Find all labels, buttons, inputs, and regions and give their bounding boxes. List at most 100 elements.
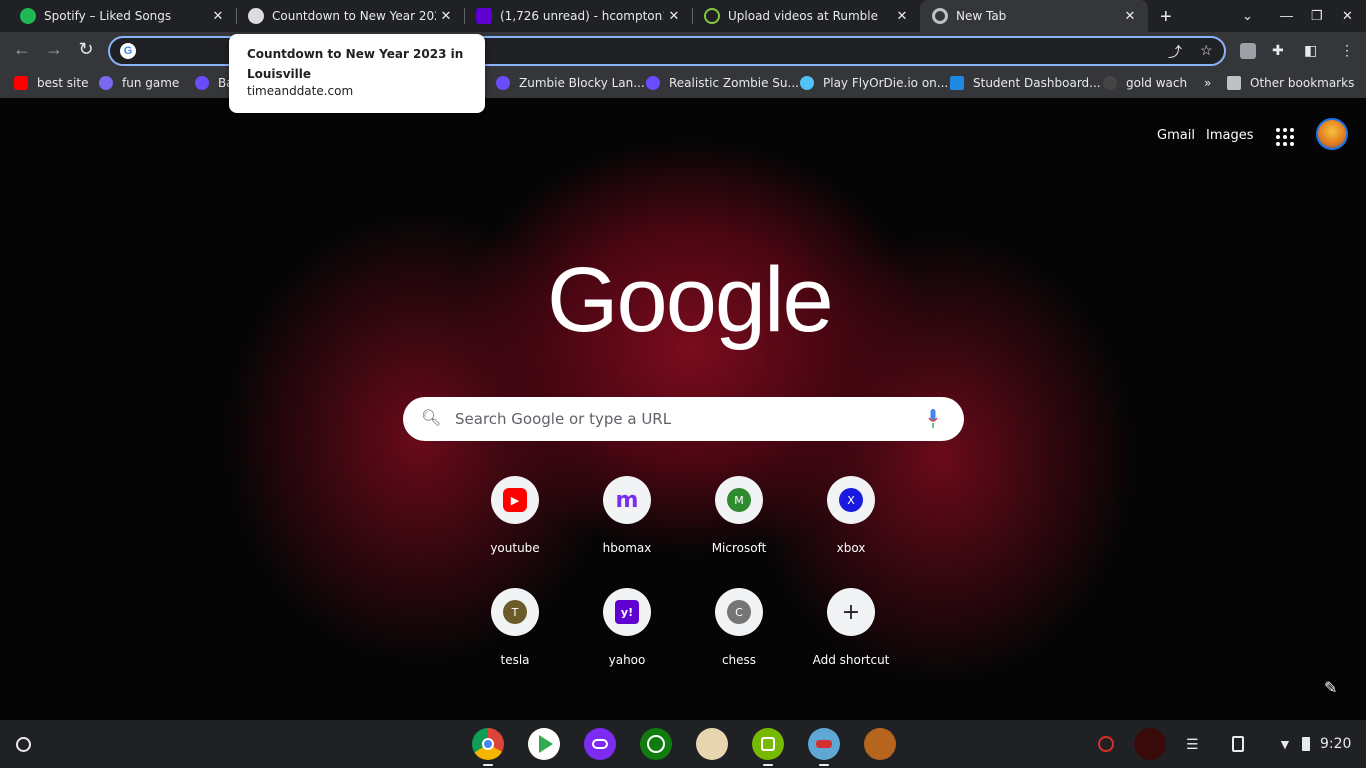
tab-spotify[interactable]: Spotify – Liked Songs ✕	[0, 0, 236, 32]
shortcut-tesla[interactable]: T tesla	[459, 588, 571, 667]
letter-avatar: M	[727, 488, 751, 512]
shortcut-tile: ▶	[491, 476, 539, 524]
shortcut-yahoo[interactable]: y! yahoo	[571, 588, 683, 667]
launcher-icon[interactable]	[16, 737, 31, 752]
share-icon[interactable]: ⤴	[1168, 42, 1182, 62]
close-tab-icon[interactable]: ✕	[208, 9, 228, 24]
shortcut-tile: C	[715, 588, 763, 636]
running-indicator	[819, 764, 829, 766]
shortcut-tile: y!	[603, 588, 651, 636]
screen-record-icon[interactable]	[1098, 736, 1114, 752]
xbox-icon[interactable]	[640, 728, 672, 760]
shortcut-chess[interactable]: C chess	[683, 588, 795, 667]
youtube-icon: ▶	[503, 488, 527, 512]
hbomax-icon: m	[615, 487, 639, 513]
letter-avatar: C	[727, 600, 751, 624]
bookmark-label: Zumbie Blocky Lan...	[519, 76, 645, 90]
bookmarks-bar: best site fun game Ba Zumbie Blocky Lan.…	[0, 70, 1366, 98]
bookmark-label: gold wach	[1126, 76, 1188, 90]
customize-pencil-icon[interactable]: ✎	[1324, 678, 1337, 698]
tab-new-tab[interactable]: New Tab ✕	[920, 0, 1148, 32]
bookmarks-overflow[interactable]: »	[1204, 76, 1211, 90]
play-store-icon[interactable]	[528, 728, 560, 760]
close-tab-icon[interactable]: ✕	[664, 9, 684, 24]
menu-icon[interactable]: ⋮	[1340, 42, 1354, 59]
toolbar: ← → ↻ G ⤴ ☆ ✚ ◧ ⋮	[0, 32, 1366, 70]
bookmark-favicon-icon	[1103, 76, 1117, 90]
avatar[interactable]	[1134, 728, 1166, 760]
bookmark-gold-wach[interactable]: gold wach	[1103, 76, 1187, 90]
other-bookmarks[interactable]: Other bookmarks	[1227, 76, 1354, 90]
phone-hub-icon[interactable]	[1232, 736, 1244, 752]
shortcut-label: chess	[721, 653, 757, 667]
tooltip-url: timeanddate.com	[247, 84, 354, 98]
shortcut-hbomax[interactable]: m hbomax	[571, 476, 683, 555]
close-tab-icon[interactable]: ✕	[892, 9, 912, 24]
shortcut-label: Microsoft	[711, 541, 767, 555]
images-link[interactable]: Images	[1206, 128, 1254, 143]
tab-hover-tooltip: Countdown to New Year 2023 in Louisville…	[229, 34, 485, 113]
search-box[interactable]: 🔍︎ Search Google or type a URL	[403, 397, 964, 441]
running-indicator	[483, 764, 493, 766]
tab-countdown[interactable]: Countdown to New Year 2023 ✕	[236, 0, 464, 32]
dashboard-icon	[950, 76, 964, 90]
geforce-now-icon[interactable]	[752, 728, 784, 760]
tab-rumble[interactable]: Upload videos at Rumble ✕	[692, 0, 920, 32]
bookmark-realistic-zombie[interactable]: Realistic Zombie Su...	[646, 76, 799, 90]
side-panel-icon[interactable]: ◧	[1304, 42, 1317, 59]
puzzle-icon[interactable]: ✚	[1272, 42, 1284, 59]
maximize-icon[interactable]: ❐	[1311, 8, 1323, 24]
bookmark-best-site[interactable]: best site	[14, 76, 88, 90]
forward-icon[interactable]: →	[42, 39, 66, 60]
yahoo-icon: y!	[615, 600, 639, 624]
clock[interactable]: 9:20	[1320, 736, 1351, 752]
shortcut-tile: +	[827, 588, 875, 636]
bookmark-ba[interactable]: Ba	[195, 76, 234, 90]
close-tab-icon[interactable]: ✕	[1120, 9, 1140, 24]
bookmark-label: Play FlyOrDie.io on...	[823, 76, 949, 90]
bookmark-fun-game[interactable]: fun game	[99, 76, 179, 90]
stadia-icon[interactable]	[584, 728, 616, 760]
microphone-icon[interactable]	[928, 409, 938, 429]
shortcut-youtube[interactable]: ▶ youtube	[459, 476, 571, 555]
extension-icon[interactable]	[1240, 43, 1256, 59]
game-icon[interactable]	[864, 728, 896, 760]
close-tab-icon[interactable]: ✕	[436, 9, 456, 24]
new-tab-button[interactable]: +	[1160, 6, 1172, 29]
close-window-icon[interactable]: ✕	[1342, 8, 1353, 24]
tab-title: (1,726 unread) - hcompton12	[500, 9, 664, 23]
shortcut-tile: M	[715, 476, 763, 524]
game-icon[interactable]	[696, 728, 728, 760]
add-shortcut-button[interactable]: + Add shortcut	[795, 588, 907, 667]
battery-icon[interactable]	[1302, 737, 1310, 751]
reload-icon[interactable]: ↻	[74, 39, 98, 60]
media-controls-icon[interactable]: ☰	[1186, 736, 1199, 753]
tab-title: Spotify – Liked Songs	[44, 9, 172, 23]
tab-search-icon[interactable]: ⌄	[1242, 8, 1253, 24]
plus-icon: +	[841, 599, 861, 625]
apps-grid-icon[interactable]	[1276, 128, 1294, 146]
bookmark-flyordie[interactable]: Play FlyOrDie.io on...	[800, 76, 948, 90]
back-icon[interactable]: ←	[10, 39, 34, 60]
tab-yahoo-mail[interactable]: (1,726 unread) - hcompton12 ✕	[464, 0, 692, 32]
star-icon[interactable]: ☆	[1200, 42, 1213, 59]
bookmark-zumbie[interactable]: Zumbie Blocky Lan...	[496, 76, 645, 90]
search-icon: 🔍︎	[421, 410, 442, 427]
tab-title: Countdown to New Year 2023	[272, 9, 436, 23]
wifi-icon[interactable]: ▼	[1278, 736, 1292, 752]
avatar[interactable]	[1316, 118, 1348, 150]
minimize-icon[interactable]: —	[1280, 8, 1293, 23]
search-placeholder: Search Google or type a URL	[455, 410, 672, 428]
bookmark-student-dashboard[interactable]: Student Dashboard...	[950, 76, 1101, 90]
tab-title: New Tab	[956, 9, 1007, 23]
youtube-icon	[14, 76, 28, 90]
folder-icon	[1227, 76, 1241, 90]
shortcut-microsoft[interactable]: M Microsoft	[683, 476, 795, 555]
bookmark-label: Other bookmarks	[1250, 76, 1355, 90]
game-icon[interactable]	[808, 728, 840, 760]
tab-title: Upload videos at Rumble	[728, 9, 879, 23]
shortcut-xbox[interactable]: X xbox	[795, 476, 907, 555]
gmail-link[interactable]: Gmail	[1157, 128, 1195, 143]
chrome-app-icon[interactable]	[472, 728, 504, 760]
shortcut-tile: m	[603, 476, 651, 524]
